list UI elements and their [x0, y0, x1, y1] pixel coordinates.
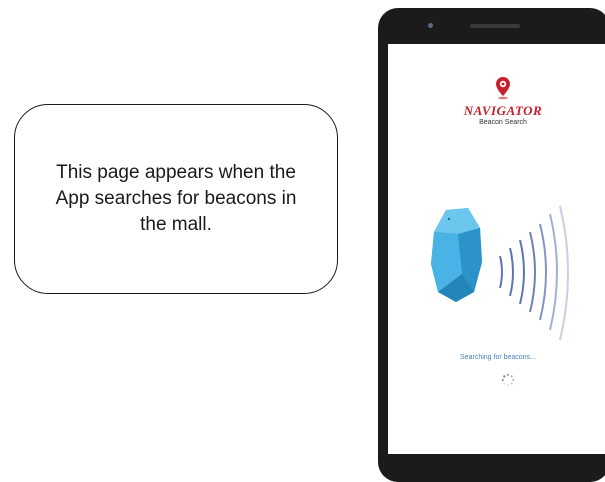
location-pin-icon	[496, 77, 510, 100]
search-status-text: Searching for beacons...	[460, 354, 536, 361]
app-subtitle: Beacon Search	[479, 119, 527, 126]
annotation-text: This page appears when the App searches …	[55, 162, 297, 235]
signal-waves-icon	[499, 205, 569, 341]
phone-mockup: NAVIGATOR Beacon Search Searching for be…	[378, 8, 605, 482]
speaker-grille	[470, 24, 520, 28]
camera-icon	[428, 23, 433, 28]
beacon-device-icon	[431, 208, 482, 302]
app-title: NAVIGATOR	[463, 103, 543, 118]
loading-spinner-icon	[501, 373, 515, 387]
app-screen: NAVIGATOR Beacon Search Searching for be…	[388, 44, 605, 454]
annotation-callout: This page appears when the App searches …	[14, 104, 338, 294]
